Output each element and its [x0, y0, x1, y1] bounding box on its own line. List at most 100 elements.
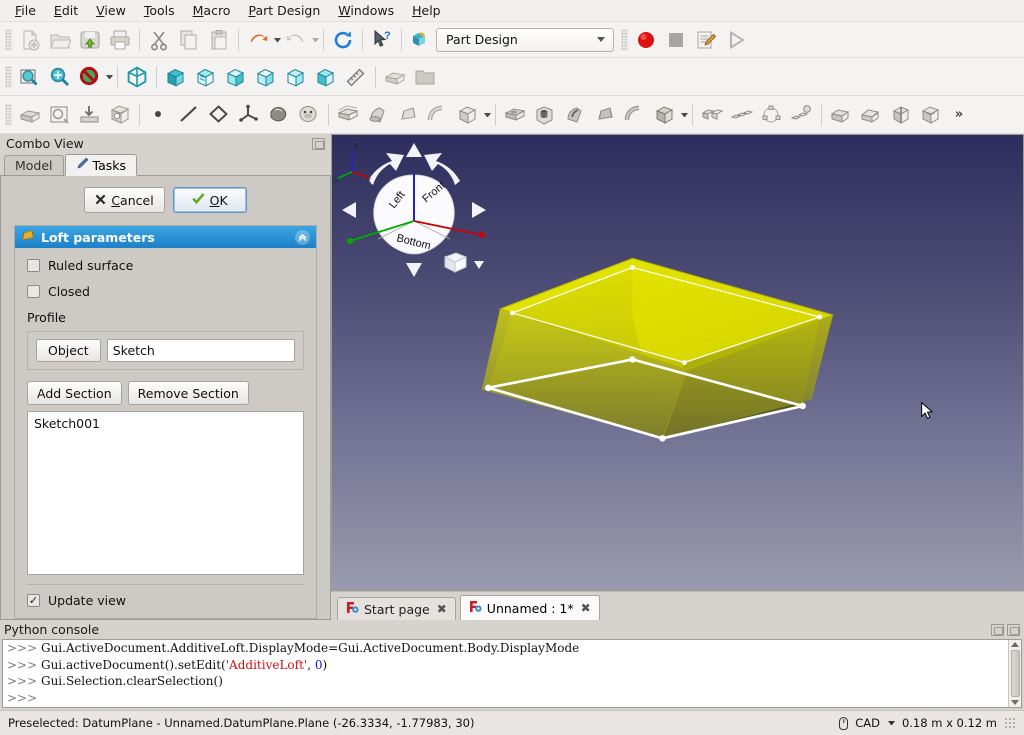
additive-caret[interactable]: [484, 113, 491, 117]
menu-file[interactable]: File: [6, 1, 45, 20]
list-item[interactable]: Sketch001: [32, 415, 299, 432]
ruled-surface-checkbox[interactable]: [27, 259, 40, 272]
remove-section-button[interactable]: Remove Section: [128, 381, 249, 405]
cancel-button[interactable]: Cancel: [84, 187, 164, 213]
print-document-icon[interactable]: [105, 25, 135, 55]
scrollbar-thumb[interactable]: [1011, 650, 1020, 697]
close-panel-icon[interactable]: [1007, 624, 1020, 636]
left-view-icon[interactable]: [311, 62, 341, 92]
rear-view-icon[interactable]: [251, 62, 281, 92]
subtractive-box-icon[interactable]: [650, 100, 680, 130]
zoom-box-icon[interactable]: [45, 62, 75, 92]
macro-stop-icon[interactable]: [661, 25, 691, 55]
menu-part-design[interactable]: Part Design: [239, 1, 329, 20]
subtractive-loft-icon[interactable]: [590, 100, 620, 130]
groove-icon[interactable]: [560, 100, 590, 130]
fillet-icon[interactable]: [826, 100, 856, 130]
update-view-row[interactable]: ✓ Update view: [27, 593, 304, 618]
create-body-icon[interactable]: [15, 100, 45, 130]
undo-icon[interactable]: [243, 25, 273, 55]
ok-button[interactable]: OK: [173, 187, 247, 213]
tab-tasks[interactable]: Tasks: [65, 154, 138, 176]
save-document-icon[interactable]: [75, 25, 105, 55]
menu-help[interactable]: Help: [403, 1, 450, 20]
menu-view[interactable]: View: [87, 1, 135, 20]
redo-icon[interactable]: [281, 25, 311, 55]
datum-point-icon[interactable]: [144, 100, 174, 130]
toolbar-overflow-button[interactable]: »: [946, 100, 972, 130]
tab-model[interactable]: Model: [4, 155, 64, 175]
linear-pattern-icon[interactable]: [727, 100, 757, 130]
attach-sketch-icon[interactable]: [75, 100, 105, 130]
undock-panel-icon[interactable]: [991, 624, 1004, 636]
python-console-output[interactable]: >>> Gui.ActiveDocument.AdditiveLoft.Disp…: [2, 639, 1022, 708]
pad-icon[interactable]: [333, 100, 363, 130]
toolbar-grip-pd[interactable]: [5, 104, 12, 126]
add-section-button[interactable]: Add Section: [27, 381, 122, 405]
measure-icon[interactable]: [341, 62, 371, 92]
chevron-up-icon[interactable]: [295, 230, 310, 245]
cut-icon[interactable]: [144, 25, 174, 55]
datum-line-icon[interactable]: [174, 100, 204, 130]
new-document-icon[interactable]: [15, 25, 45, 55]
edit-sketch-icon[interactable]: [105, 100, 135, 130]
close-icon[interactable]: ✖: [581, 601, 591, 615]
draw-style-caret[interactable]: [106, 75, 113, 79]
sections-list[interactable]: Sketch001: [27, 411, 304, 575]
whats-this-icon[interactable]: ?: [367, 25, 397, 55]
macro-edit-icon[interactable]: [691, 25, 721, 55]
closed-row[interactable]: Closed: [27, 284, 304, 299]
additive-loft-icon[interactable]: [393, 100, 423, 130]
undock-panel-icon[interactable]: [312, 138, 325, 150]
draw-style-icon[interactable]: [75, 62, 105, 92]
workbench-part-icon[interactable]: [380, 62, 410, 92]
update-view-checkbox[interactable]: ✓: [27, 594, 40, 607]
toolbar-grip[interactable]: [5, 29, 12, 51]
clone-icon[interactable]: [294, 100, 324, 130]
additive-box-icon[interactable]: [453, 100, 483, 130]
datum-plane-icon[interactable]: [204, 100, 234, 130]
draft-icon[interactable]: [886, 100, 916, 130]
scroll-down-icon[interactable]: [1011, 700, 1019, 705]
multi-transform-icon[interactable]: [787, 100, 817, 130]
top-view-icon[interactable]: [191, 62, 221, 92]
menu-edit[interactable]: Edit: [45, 1, 87, 20]
object-field[interactable]: Sketch: [107, 339, 295, 362]
macro-record-icon[interactable]: [631, 25, 661, 55]
document-tab-start-page[interactable]: Start page ✖: [337, 597, 456, 620]
menu-tools[interactable]: Tools: [135, 1, 184, 20]
ruled-surface-row[interactable]: Ruled surface: [27, 258, 304, 273]
closed-checkbox[interactable]: [27, 285, 40, 298]
unit-system-label[interactable]: CAD: [855, 716, 880, 730]
3d-viewport[interactable]: Left Front Bottom: [331, 134, 1024, 591]
bottom-view-icon[interactable]: [281, 62, 311, 92]
close-icon[interactable]: ✖: [437, 602, 447, 616]
mirrored-icon[interactable]: [697, 100, 727, 130]
menu-windows[interactable]: Windows: [329, 1, 403, 20]
macro-execute-icon[interactable]: [721, 25, 751, 55]
create-sketch-icon[interactable]: [45, 100, 75, 130]
resize-grip[interactable]: [1004, 717, 1016, 729]
loft-parameters-header[interactable]: Loft parameters: [15, 226, 316, 248]
object-button[interactable]: Object: [36, 339, 101, 362]
subtractive-caret[interactable]: [681, 113, 688, 117]
isometric-view-icon[interactable]: [122, 62, 152, 92]
additive-pipe-icon[interactable]: [423, 100, 453, 130]
local-coordinate-icon[interactable]: [234, 100, 264, 130]
paste-icon[interactable]: [204, 25, 234, 55]
hole-icon[interactable]: [530, 100, 560, 130]
front-view-icon[interactable]: [161, 62, 191, 92]
toolbar-grip-view[interactable]: [5, 66, 12, 88]
subtractive-pipe-icon[interactable]: [620, 100, 650, 130]
open-document-icon[interactable]: [45, 25, 75, 55]
chamfer-icon[interactable]: [856, 100, 886, 130]
redo-dropdown-caret[interactable]: [312, 38, 319, 42]
undo-dropdown-caret[interactable]: [274, 38, 281, 42]
menu-macro[interactable]: Macro: [184, 1, 240, 20]
scroll-up-icon[interactable]: [1011, 642, 1019, 647]
workbench-selector[interactable]: Part Design: [436, 28, 614, 52]
console-scrollbar[interactable]: [1008, 640, 1021, 707]
thickness-icon[interactable]: [916, 100, 946, 130]
document-tab-unnamed[interactable]: Unnamed : 1* ✖: [460, 595, 600, 620]
revolution-icon[interactable]: [363, 100, 393, 130]
